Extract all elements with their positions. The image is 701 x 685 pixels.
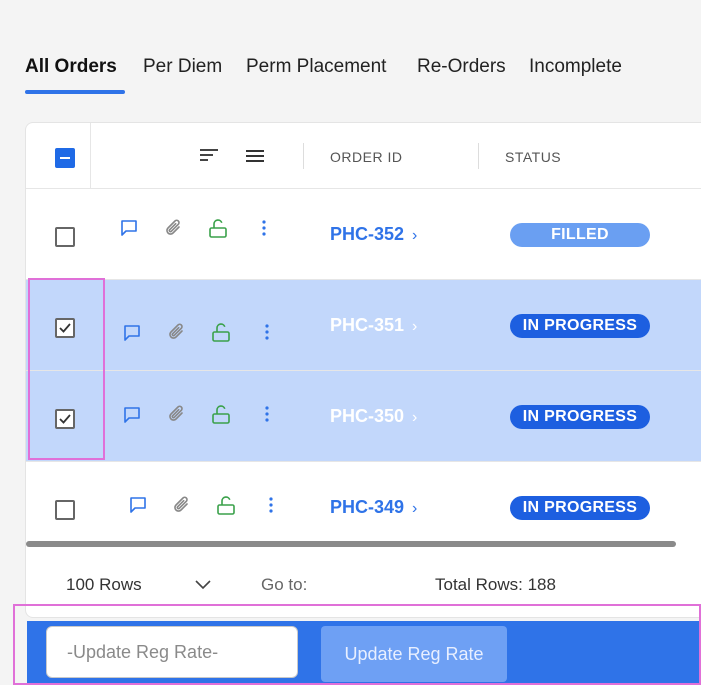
- more-vertical-icon[interactable]: [264, 406, 270, 427]
- row-checkbox[interactable]: [55, 500, 75, 520]
- attachment-icon[interactable]: [167, 322, 187, 347]
- more-vertical-icon[interactable]: [268, 497, 274, 518]
- status-badge: IN PROGRESS: [510, 405, 650, 429]
- chevron-right-icon: ›: [412, 227, 418, 244]
- total-rows-count: Total Rows: 188: [435, 575, 556, 594]
- chevron-right-icon: ›: [412, 318, 418, 335]
- column-header-order-id[interactable]: ORDER ID: [330, 149, 402, 165]
- column-separator: [478, 143, 479, 169]
- order-id-link[interactable]: PHC-352 ›: [330, 224, 417, 245]
- tab-perm-placement[interactable]: Perm Placement: [246, 56, 386, 78]
- more-vertical-icon[interactable]: [264, 324, 270, 345]
- unlock-icon[interactable]: [212, 322, 230, 347]
- select-all-cell: [26, 123, 91, 189]
- sort-icon[interactable]: [200, 148, 218, 167]
- attachment-icon[interactable]: [167, 404, 187, 429]
- status-badge: FILLED: [510, 223, 650, 247]
- order-id-link[interactable]: PHC-349 ›: [330, 497, 417, 518]
- tab-per-diem[interactable]: Per Diem: [143, 56, 222, 78]
- chevron-down-icon[interactable]: [195, 577, 211, 595]
- chevron-right-icon: ›: [412, 409, 418, 426]
- comment-icon[interactable]: [129, 496, 147, 519]
- update-reg-rate-button[interactable]: Update Reg Rate: [321, 626, 507, 682]
- goto-page-label[interactable]: Go to:: [261, 575, 307, 595]
- unlock-icon[interactable]: [212, 404, 230, 429]
- selected-rows-highlight: [28, 278, 105, 460]
- tab-re-orders[interactable]: Re-Orders: [417, 56, 506, 78]
- chevron-right-icon: ›: [412, 500, 418, 517]
- column-separator: [303, 143, 304, 169]
- active-tab-indicator: [25, 90, 125, 94]
- reg-rate-input[interactable]: [46, 626, 298, 678]
- status-badge: IN PROGRESS: [510, 314, 650, 338]
- columns-menu-icon[interactable]: [246, 149, 264, 168]
- table-row: PHC-350 › IN PROGRESS: [26, 371, 701, 462]
- attachment-icon[interactable]: [164, 218, 184, 243]
- table-header: ORDER ID STATUS: [26, 123, 701, 189]
- select-all-checkbox[interactable]: [55, 148, 75, 168]
- unlock-icon[interactable]: [209, 218, 227, 243]
- more-vertical-icon[interactable]: [261, 220, 267, 241]
- horizontal-scrollbar[interactable]: [26, 541, 676, 547]
- row-checkbox[interactable]: [55, 227, 75, 247]
- table-row: PHC-349 › IN PROGRESS: [26, 462, 701, 553]
- unlock-icon[interactable]: [217, 495, 235, 520]
- comment-icon[interactable]: [120, 219, 138, 242]
- orders-table: ORDER ID STATUS PHC-352 › FILLED PHC-351…: [25, 122, 701, 618]
- table-row: PHC-351 › IN PROGRESS: [26, 280, 701, 371]
- table-row: PHC-352 › FILLED: [26, 189, 701, 280]
- status-badge: IN PROGRESS: [510, 496, 650, 520]
- rows-per-page-select[interactable]: 100 Rows: [66, 575, 142, 595]
- comment-icon[interactable]: [123, 324, 141, 347]
- attachment-icon[interactable]: [172, 495, 192, 520]
- comment-icon[interactable]: [123, 406, 141, 429]
- order-id-link[interactable]: PHC-351 ›: [330, 315, 417, 336]
- tab-all-orders[interactable]: All Orders: [25, 56, 117, 78]
- column-header-status[interactable]: STATUS: [505, 149, 561, 165]
- tab-incomplete[interactable]: Incomplete: [529, 56, 622, 78]
- order-id-link[interactable]: PHC-350 ›: [330, 406, 417, 427]
